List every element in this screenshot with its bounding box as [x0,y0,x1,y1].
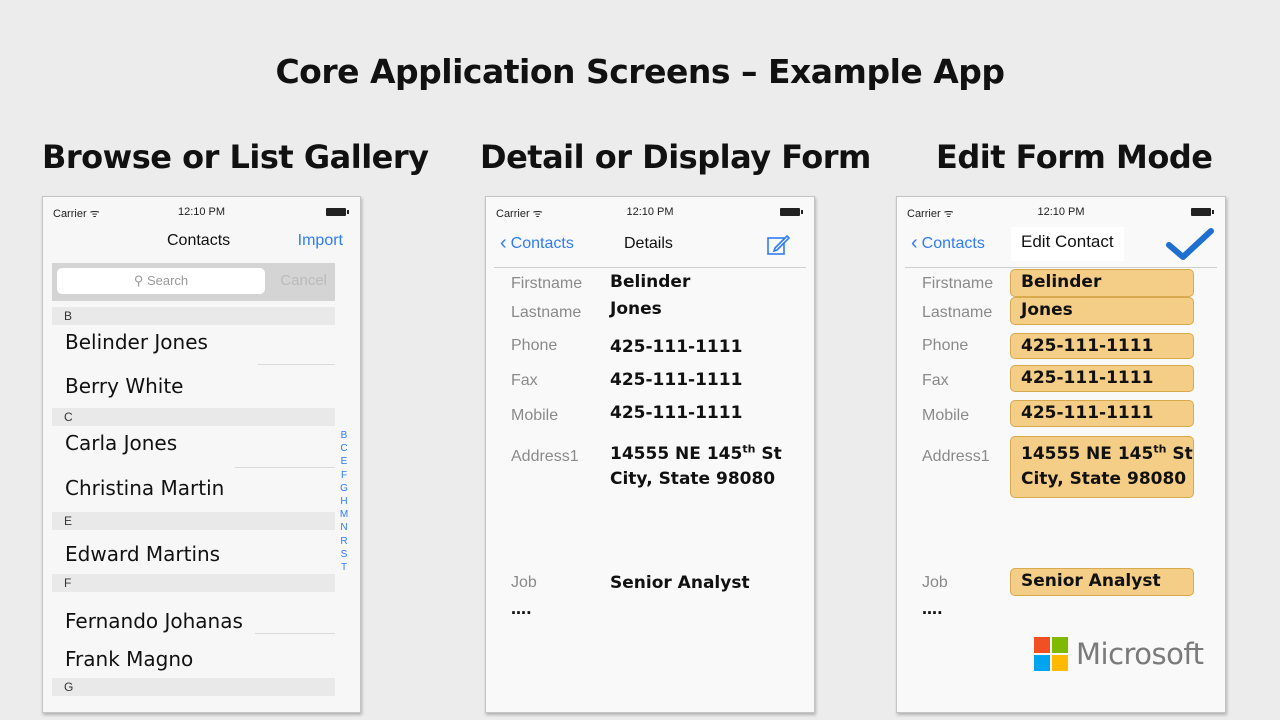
index-letter[interactable]: G [339,482,349,495]
page-title: Edit Contact [1011,227,1124,261]
section-header: B [52,307,335,325]
lastname-label: Lastname [511,304,582,321]
index-letter[interactable]: T [339,561,349,574]
lastname-field[interactable]: Jones [1010,297,1194,325]
phone-label: Phone [922,337,969,354]
mobile-field[interactable]: 425-111-1111 [1010,400,1194,427]
row-divider [258,364,335,365]
status-time: 12:10 PM [1037,206,1085,218]
list-item[interactable]: Fernando Johanas [65,609,243,633]
fax-value: 425-111-1111 [610,370,743,390]
search-bar: ⚲ Search Cancel [52,263,335,301]
section-header: E [52,512,335,530]
detail-screen: Carrier ᯤ 12:10 PM ‹ Contacts Details Fir… [485,196,815,713]
list-item[interactable]: Frank Magno [65,647,193,671]
mobile-label: Mobile [511,407,559,424]
index-letter[interactable]: B [339,429,349,442]
status-time: 12:10 PM [177,206,226,218]
firstname-label: Firstname [511,275,583,292]
microsoft-logo-icon [1034,637,1068,671]
lastname-label: Lastname [922,304,993,321]
index-letter[interactable]: R [339,535,349,548]
status-bar: Carrier ᯤ 12:10 PM [43,197,360,223]
edit-screen: Carrier ᯤ 12:10 PM ‹ Contacts Edit Contac… [896,196,1226,713]
search-placeholder: Search [146,273,189,288]
slide-title: Core Application Screens – Example App [275,52,1005,91]
list-navbar: Contacts Import [43,223,360,267]
address-field[interactable]: 14555 NE 145th St City, State 98080 [1010,436,1194,498]
column-title-edit: Edit Form Mode [936,138,1213,176]
page-title: Contacts [167,232,231,249]
back-label: Contacts [921,235,985,252]
row-divider [255,633,335,634]
list-item[interactable]: Carla Jones [65,431,177,455]
list-screen: Carrier ᯤ 12:10 PM Contacts Import ⚲ Sea… [42,196,361,713]
list-item[interactable]: Belinder Jones [65,330,208,354]
list-item[interactable]: Edward Martins [65,542,220,566]
address-label: Address1 [922,448,990,465]
job-field[interactable]: Senior Analyst [1010,568,1194,596]
index-letter[interactable]: C [339,442,349,455]
battery-icon [326,208,349,216]
status-bar: Carrier ᯤ 12:10 PM [897,197,1225,223]
list-item[interactable]: Christina Martin [65,476,224,500]
fax-label: Fax [922,372,949,389]
section-header: F [52,574,335,592]
status-time: 12:10 PM [626,206,674,218]
back-label: Contacts [510,235,574,252]
job-label: Job [922,574,948,591]
index-letter[interactable]: N [339,521,349,534]
address-value: 14555 NE 145th St City, State 98080 [610,442,782,489]
mobile-label: Mobile [922,407,970,424]
phone-field[interactable]: 425-111-1111 [1010,333,1194,359]
page-title: Details [624,235,673,252]
microsoft-wordmark: Microsoft [1076,637,1204,671]
cancel-button[interactable]: Cancel [280,272,327,289]
firstname-value: Belinder [610,272,691,292]
edit-icon[interactable] [766,233,790,257]
search-input[interactable]: ⚲ Search [57,268,265,294]
fax-field[interactable]: 425-111-1111 [1010,365,1194,392]
fax-label: Fax [511,372,538,389]
import-button[interactable]: Import [298,232,343,250]
column-title-detail: Detail or Display Form [480,138,871,176]
checkmark-save-icon[interactable] [1165,227,1215,263]
index-letter[interactable]: S [339,548,349,561]
detail-navbar: ‹ Contacts Details [494,223,806,268]
column-title-list: Browse or List Gallery [42,138,429,176]
mobile-value: 425-111-1111 [610,403,743,423]
battery-icon [1191,208,1214,216]
firstname-label: Firstname [922,275,994,292]
firstname-field[interactable]: Belinder [1010,269,1194,297]
row-divider [235,467,335,468]
index-letter[interactable]: H [339,495,349,508]
alphabet-index[interactable]: B C E F G H M N R S T [339,429,349,574]
more-fields: …. [511,600,532,618]
chevron-left-icon: ‹ [911,232,918,254]
address-label: Address1 [511,448,579,465]
status-bar: Carrier ᯤ 12:10 PM [486,197,814,223]
phone-value: 425-111-1111 [610,337,743,357]
index-letter[interactable]: F [339,469,349,482]
index-letter[interactable]: M [339,508,349,521]
more-fields: …. [922,600,943,618]
back-button[interactable]: ‹ Contacts [911,232,985,254]
job-label: Job [511,574,537,591]
section-header: G [52,678,335,696]
index-letter[interactable]: E [339,455,349,468]
battery-icon [780,208,803,216]
phone-label: Phone [511,337,558,354]
section-header: C [52,408,335,426]
lastname-value: Jones [610,299,662,319]
job-value: Senior Analyst [610,573,750,593]
search-icon: ⚲ [133,273,144,288]
list-item[interactable]: Berry White [65,374,183,398]
chevron-left-icon: ‹ [500,232,507,254]
back-button[interactable]: ‹ Contacts [500,232,574,254]
